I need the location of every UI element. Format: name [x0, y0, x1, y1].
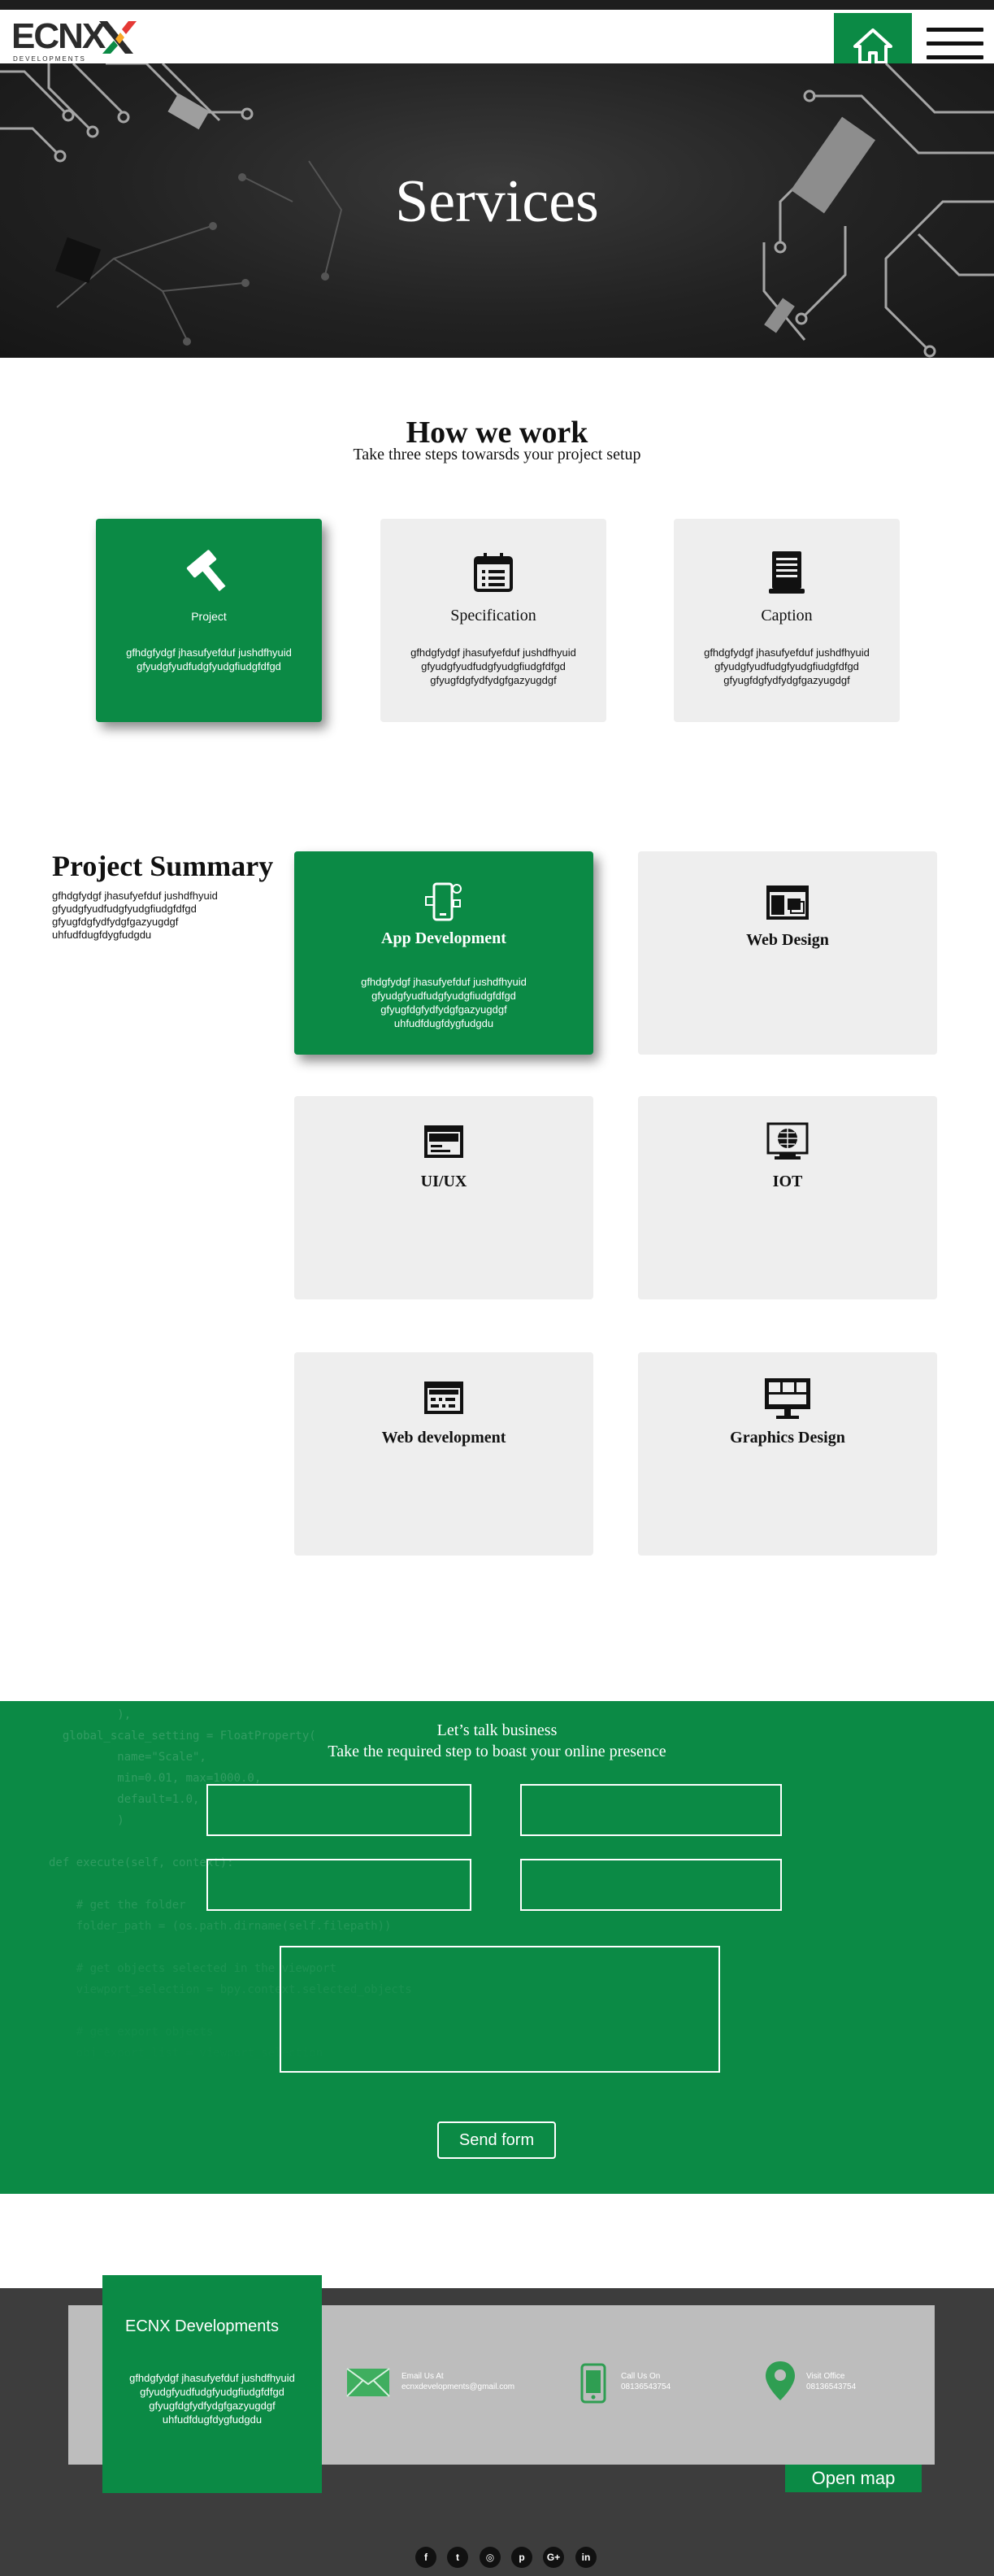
email-info[interactable]: Email Us At ecnxdevelopments@gmail.com: [402, 2371, 514, 2392]
service-title: Web development: [381, 1429, 506, 1447]
step-desc: gfhdgfydgf jhasufyefduf jushdfhyuid gfyu…: [704, 646, 870, 686]
footer-company-name: ECNX Developments: [125, 2317, 279, 2335]
instagram-icon[interactable]: ◎: [480, 2547, 501, 2568]
project-summary-title: Project Summary: [52, 850, 274, 882]
step-card-project[interactable]: Project gfhdgfydgf jhasufyefduf jushdfhy…: [96, 519, 322, 722]
open-map-button[interactable]: Open map: [785, 2465, 922, 2492]
document-icon: [769, 551, 805, 594]
contact-subheading: Take the required step to boast your onl…: [328, 1743, 666, 1760]
iot-globe-icon: [766, 1122, 809, 1160]
page-title: Services: [395, 168, 599, 235]
step-card-specification[interactable]: Specification gfhdgfydgf jhasufyefduf ju…: [380, 519, 606, 722]
home-icon: [853, 28, 892, 64]
visit-info[interactable]: Visit Office 08136543754: [806, 2371, 856, 2392]
call-info[interactable]: Call Us On 08136543754: [621, 2371, 671, 2392]
step-title: Caption: [761, 607, 813, 624]
step-desc: gfhdgfydgf jhasufyefduf jushdfhyuid gfyu…: [126, 646, 292, 672]
step-card-caption[interactable]: Caption gfhdgfydgf jhasufyefduf jushdfhy…: [674, 519, 900, 722]
service-card-ui-ux[interactable]: UI/UX: [294, 1096, 593, 1299]
pinterest-icon[interactable]: p: [511, 2547, 532, 2568]
contact-heading: Let’s talk business: [436, 1721, 558, 1739]
service-title: Graphics Design: [730, 1429, 845, 1447]
hero-banner: Services: [0, 63, 994, 358]
step-title: Specification: [450, 607, 536, 624]
service-card-web-development[interactable]: Web development: [294, 1352, 593, 1556]
phone-field[interactable]: [206, 1859, 471, 1911]
how-we-work-subtitle: Take three steps towarsds your project s…: [353, 446, 641, 463]
service-card-app-development[interactable]: App Development gfhdgfydgf jhasufyefduf …: [294, 851, 593, 1055]
name-field[interactable]: [206, 1784, 471, 1836]
step-desc: gfhdgfydgf jhasufyefduf jushdfhyuid gfyu…: [410, 646, 576, 686]
service-title: IOT: [772, 1173, 803, 1190]
service-desc: gfhdgfydgf jhasufyefduf jushdfhyuid gfyu…: [361, 976, 527, 1029]
service-title: Web Design: [746, 931, 829, 949]
service-card-web-design[interactable]: Web Design: [638, 851, 937, 1055]
location-pin-icon: [766, 2361, 795, 2400]
twitter-icon[interactable]: t: [447, 2547, 468, 2568]
mobile-app-icon: [425, 882, 462, 921]
visit-value: 08136543754: [806, 2382, 857, 2391]
menu-bar: [927, 28, 983, 32]
phone-icon: [580, 2363, 606, 2404]
project-summary-desc: gfhdgfydgf jhasufyefduf jushdfhyuid gfyu…: [52, 890, 218, 941]
email-label: Email Us At: [402, 2372, 444, 2381]
hammer-icon: [186, 550, 226, 592]
call-label: Call Us On: [621, 2372, 661, 2381]
logo-x-mark: [99, 21, 137, 54]
graphics-monitor-icon: [765, 1378, 810, 1419]
subject-field[interactable]: [520, 1859, 782, 1911]
calendar-icon: [474, 553, 513, 592]
service-card-iot[interactable]: IOT: [638, 1096, 937, 1299]
service-title: App Development: [381, 929, 506, 947]
site-header: ECNX DEVELOPMENTS: [0, 10, 994, 80]
menu-bar: [927, 55, 983, 59]
web-design-icon: [766, 886, 809, 920]
step-title: Project: [191, 610, 227, 623]
linkedin-icon[interactable]: in: [575, 2547, 597, 2568]
footer-company-card: ECNX Developments gfhdgfydgf jhasufyefdu…: [102, 2275, 322, 2493]
call-value: 08136543754: [621, 2382, 671, 2391]
footer-company-desc: gfhdgfydgf jhasufyefduf jushdfhyuid gfyu…: [129, 2372, 295, 2426]
email-value: ecnxdevelopments@gmail.com: [402, 2382, 515, 2391]
service-card-graphics-design[interactable]: Graphics Design: [638, 1352, 937, 1556]
visit-label: Visit Office: [806, 2372, 845, 2381]
email-icon: [346, 2368, 390, 2397]
message-textarea[interactable]: [280, 1946, 720, 2073]
google-plus-icon[interactable]: G+: [543, 2547, 564, 2568]
email-field[interactable]: [520, 1784, 782, 1836]
facebook-icon[interactable]: f: [415, 2547, 436, 2568]
menu-bar: [927, 41, 983, 46]
send-form-button[interactable]: Send form: [437, 2121, 556, 2159]
hamburger-menu-icon[interactable]: [927, 28, 983, 62]
ecnx-logo[interactable]: ECNX DEVELOPMENTS: [11, 15, 137, 65]
logo-text: ECNX: [11, 16, 106, 56]
web-development-icon: [424, 1382, 463, 1414]
logo-subtitle: DEVELOPMENTS: [13, 55, 86, 63]
service-title: UI/UX: [420, 1173, 467, 1190]
ui-ux-icon: [424, 1125, 463, 1158]
top-strip: [0, 0, 994, 10]
